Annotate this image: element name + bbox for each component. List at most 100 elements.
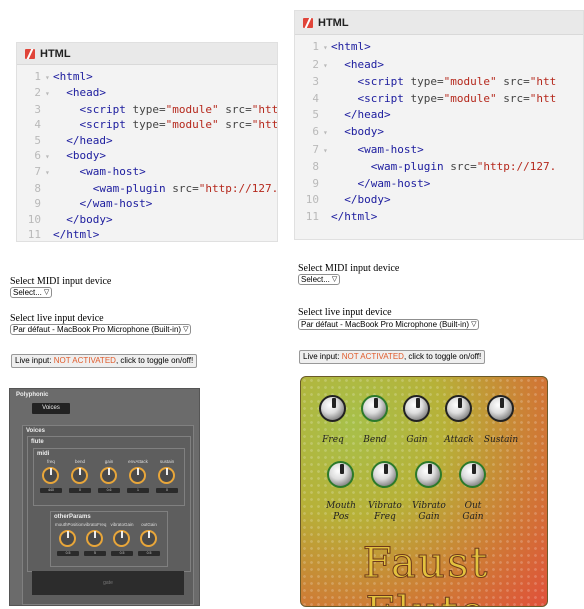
code-token: <script xyxy=(79,102,133,116)
code-line: 10 </body> xyxy=(295,192,583,209)
flute-knob[interactable] xyxy=(445,395,472,422)
line-number: 11 xyxy=(305,209,319,223)
live-input-select[interactable]: Par défaut - MacBook Pro Microphone (Bui… xyxy=(298,319,480,330)
flute-knob-label: Vibrato Freq xyxy=(365,501,405,523)
knob-value[interactable]: 5 xyxy=(84,551,106,556)
live-input-toggle-button[interactable]: Live input: NOT ACTIVATED, click to togg… xyxy=(11,354,198,368)
code-token: "module" xyxy=(443,75,497,89)
code-lines: 1 ▾ <html> 2 ▾ <head> 3 <script type="module"… xyxy=(295,35,583,226)
code-line: 4 <script type="module" src="htt xyxy=(17,117,277,132)
code-token: src= xyxy=(450,160,477,174)
fold-chevron-icon[interactable]: ▾ xyxy=(323,40,331,57)
knob[interactable] xyxy=(42,467,59,484)
code-token: src= xyxy=(496,91,530,105)
chevron-down-icon: ▽ xyxy=(471,321,477,328)
flute-knob-label-line: Gain xyxy=(418,512,440,522)
gate-button[interactable]: gate xyxy=(32,571,184,595)
line-number: 8 xyxy=(312,160,319,174)
code-token: </body> xyxy=(344,193,391,207)
fold-chevron-icon[interactable]: ▾ xyxy=(323,143,331,160)
code-token: <html> xyxy=(331,40,371,53)
code-token: "http://127. xyxy=(476,160,557,174)
fold-chevron-icon[interactable]: ▾ xyxy=(45,149,53,164)
flute-knob[interactable] xyxy=(361,395,388,422)
chevron-down-icon: ▽ xyxy=(183,326,189,333)
knob[interactable] xyxy=(129,467,146,484)
line-number: 5 xyxy=(34,133,41,147)
code-line: 4 <script type="module" src="htt xyxy=(295,91,583,108)
knob-value[interactable]: 0.6 xyxy=(98,488,120,493)
code-token: </html> xyxy=(331,209,378,223)
code-token: "htt xyxy=(529,91,557,105)
code-line: 5 </head> xyxy=(295,107,583,124)
knob-value[interactable]: 440 xyxy=(40,488,62,493)
fold-chevron-icon[interactable]: ▾ xyxy=(45,70,53,85)
knob[interactable] xyxy=(113,530,130,547)
line-number: 2 xyxy=(312,57,319,71)
code-token: <wam-host> xyxy=(357,142,424,156)
knob-value[interactable]: 0 xyxy=(69,488,91,493)
code-token: <wam-plugin xyxy=(370,160,451,174)
flute-knob[interactable] xyxy=(415,461,442,488)
fold-chevron-icon[interactable]: ▾ xyxy=(45,86,53,101)
line-number: 9 xyxy=(312,176,319,190)
line-number: 10 xyxy=(27,212,41,226)
flute-knob-label: Mouth Pos xyxy=(321,501,361,523)
flute-knob[interactable] xyxy=(403,395,430,422)
code-line: 6 ▾ <body> xyxy=(17,148,277,164)
flute-group: flute midi freq 440 bend 0 gain 0.6 envAttack 1… xyxy=(27,436,191,572)
knob-value[interactable]: 0.5 xyxy=(111,551,133,556)
knob[interactable] xyxy=(100,467,117,484)
code-line: 10 </body> xyxy=(17,212,277,227)
line-number: 10 xyxy=(305,193,319,207)
knob-value[interactable]: 0 xyxy=(156,488,178,493)
code-token: <wam-plugin xyxy=(92,181,173,195)
flute-knob-label: Out Gain xyxy=(453,501,493,523)
knob-value[interactable]: 1 xyxy=(127,488,149,493)
knob[interactable] xyxy=(140,530,157,547)
live-input-select-value: Par défaut - MacBook Pro Microphone (Bui… xyxy=(301,320,470,329)
code-line: 7 ▾ <wam-host> xyxy=(17,164,277,180)
toggle-suffix: , click to toggle on/off! xyxy=(403,352,482,361)
live-input-select[interactable]: Par défaut - MacBook Pro Microphone (Bui… xyxy=(10,324,192,335)
code-token: "module" xyxy=(165,102,219,116)
code-line: 2 ▾ <head> xyxy=(17,85,277,101)
knob-value[interactable]: 0.5 xyxy=(57,551,79,556)
code-token: </html> xyxy=(53,228,100,242)
knob-value[interactable]: 0.5 xyxy=(138,551,160,556)
code-tab-html[interactable]: HTML xyxy=(17,43,277,65)
voices-button[interactable]: Voices xyxy=(32,403,70,414)
flute-knob[interactable] xyxy=(459,461,486,488)
toggle-status: NOT ACTIVATED xyxy=(341,352,404,361)
fold-chevron-icon[interactable]: ▾ xyxy=(323,58,331,75)
flute-knob[interactable] xyxy=(487,395,514,422)
code-token: </body> xyxy=(66,212,113,226)
code-tab-html[interactable]: HTML xyxy=(295,11,583,35)
midi-select[interactable]: Select... ▽ xyxy=(10,287,53,298)
code-token: </wam-host> xyxy=(357,176,431,190)
code-line: 6 ▾ <body> xyxy=(295,124,583,142)
knob-label: bend xyxy=(74,459,85,464)
flute-knob[interactable] xyxy=(319,395,346,422)
midi-select[interactable]: Select... ▽ xyxy=(298,274,341,285)
code-token: "htt xyxy=(251,102,278,116)
knob[interactable] xyxy=(59,530,76,547)
knob[interactable] xyxy=(71,467,88,484)
code-token: src= xyxy=(218,118,252,132)
knob[interactable] xyxy=(158,467,175,484)
flute-knob[interactable] xyxy=(371,461,398,488)
knob[interactable] xyxy=(86,530,103,547)
fold-chevron-icon[interactable]: ▾ xyxy=(323,125,331,142)
live-input-label: Select live input device xyxy=(298,307,392,318)
line-number: 3 xyxy=(34,102,41,116)
live-input-toggle-button[interactable]: Live input: NOT ACTIVATED, click to togg… xyxy=(299,350,486,364)
code-line: 1 ▾ <html> xyxy=(17,69,277,85)
flute-knob[interactable] xyxy=(327,461,354,488)
code-token: "module" xyxy=(443,91,497,105)
flute-knob-label: Sustain xyxy=(483,435,519,445)
fold-chevron-icon[interactable]: ▾ xyxy=(45,165,53,180)
